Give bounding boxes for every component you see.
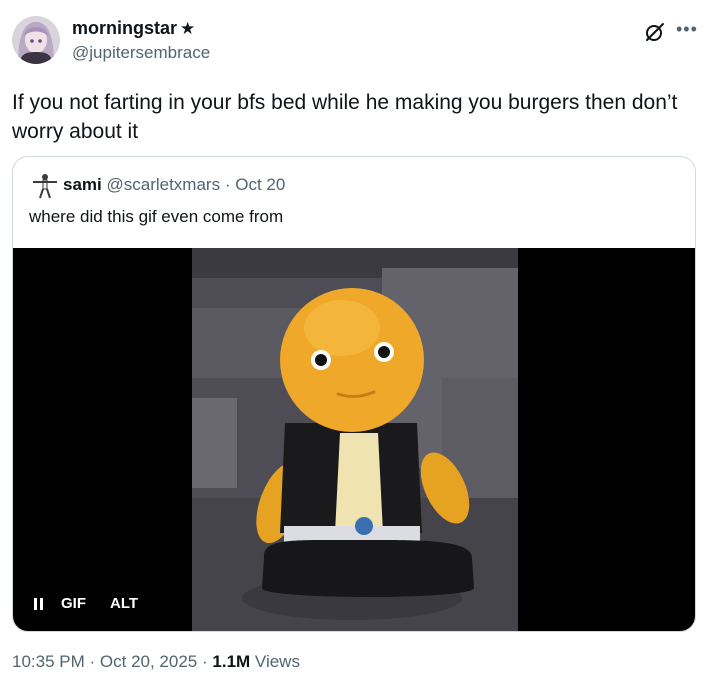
quoted-tweet-card[interactable]: sami @scarletxmars · Oct 20 where did th…: [12, 156, 696, 632]
tweet-time[interactable]: 10:35 PM: [12, 652, 85, 671]
star-icon: ★: [180, 19, 196, 38]
grok-icon[interactable]: [644, 21, 666, 43]
author-avatar[interactable]: [12, 16, 60, 64]
author-handle[interactable]: @jupitersembrace: [72, 42, 210, 64]
author-block: morningstar ★ @jupitersembrace: [72, 17, 210, 64]
views-label: Views: [254, 652, 300, 671]
tweet-meta: 10:35 PM · Oct 20, 2025 · 1.1M Views: [12, 652, 300, 672]
tweet-text: If you not farting in your bfs bed while…: [12, 91, 678, 143]
author-name-row[interactable]: morningstar ★: [72, 17, 210, 40]
quoted-display-name[interactable]: sami: [63, 175, 102, 194]
quoted-tweet-header: sami @scarletxmars · Oct 20: [63, 175, 285, 195]
meta-separator: ·: [201, 652, 208, 671]
pause-icon[interactable]: [34, 597, 43, 610]
alt-button[interactable]: ALT: [110, 595, 138, 612]
quoted-date[interactable]: Oct 20: [235, 175, 285, 194]
gif-frame-image[interactable]: [192, 248, 518, 631]
media-controls: GIF ALT: [34, 595, 138, 612]
meta-separator: ·: [89, 652, 96, 671]
views-count: 1.1M: [212, 652, 251, 671]
tweet-date[interactable]: Oct 20, 2025: [100, 652, 197, 671]
quoted-tweet-text: where did this gif even come from: [29, 207, 284, 226]
author-display-name[interactable]: morningstar: [72, 18, 177, 38]
gif-label: GIF: [61, 595, 86, 612]
more-icon[interactable]: •••: [676, 19, 698, 40]
gif-media[interactable]: GIF ALT: [13, 248, 695, 631]
quoted-separator: ·: [224, 175, 231, 194]
quoted-handle[interactable]: @scarletxmars: [106, 175, 220, 194]
quoted-author-avatar[interactable]: [31, 171, 59, 199]
